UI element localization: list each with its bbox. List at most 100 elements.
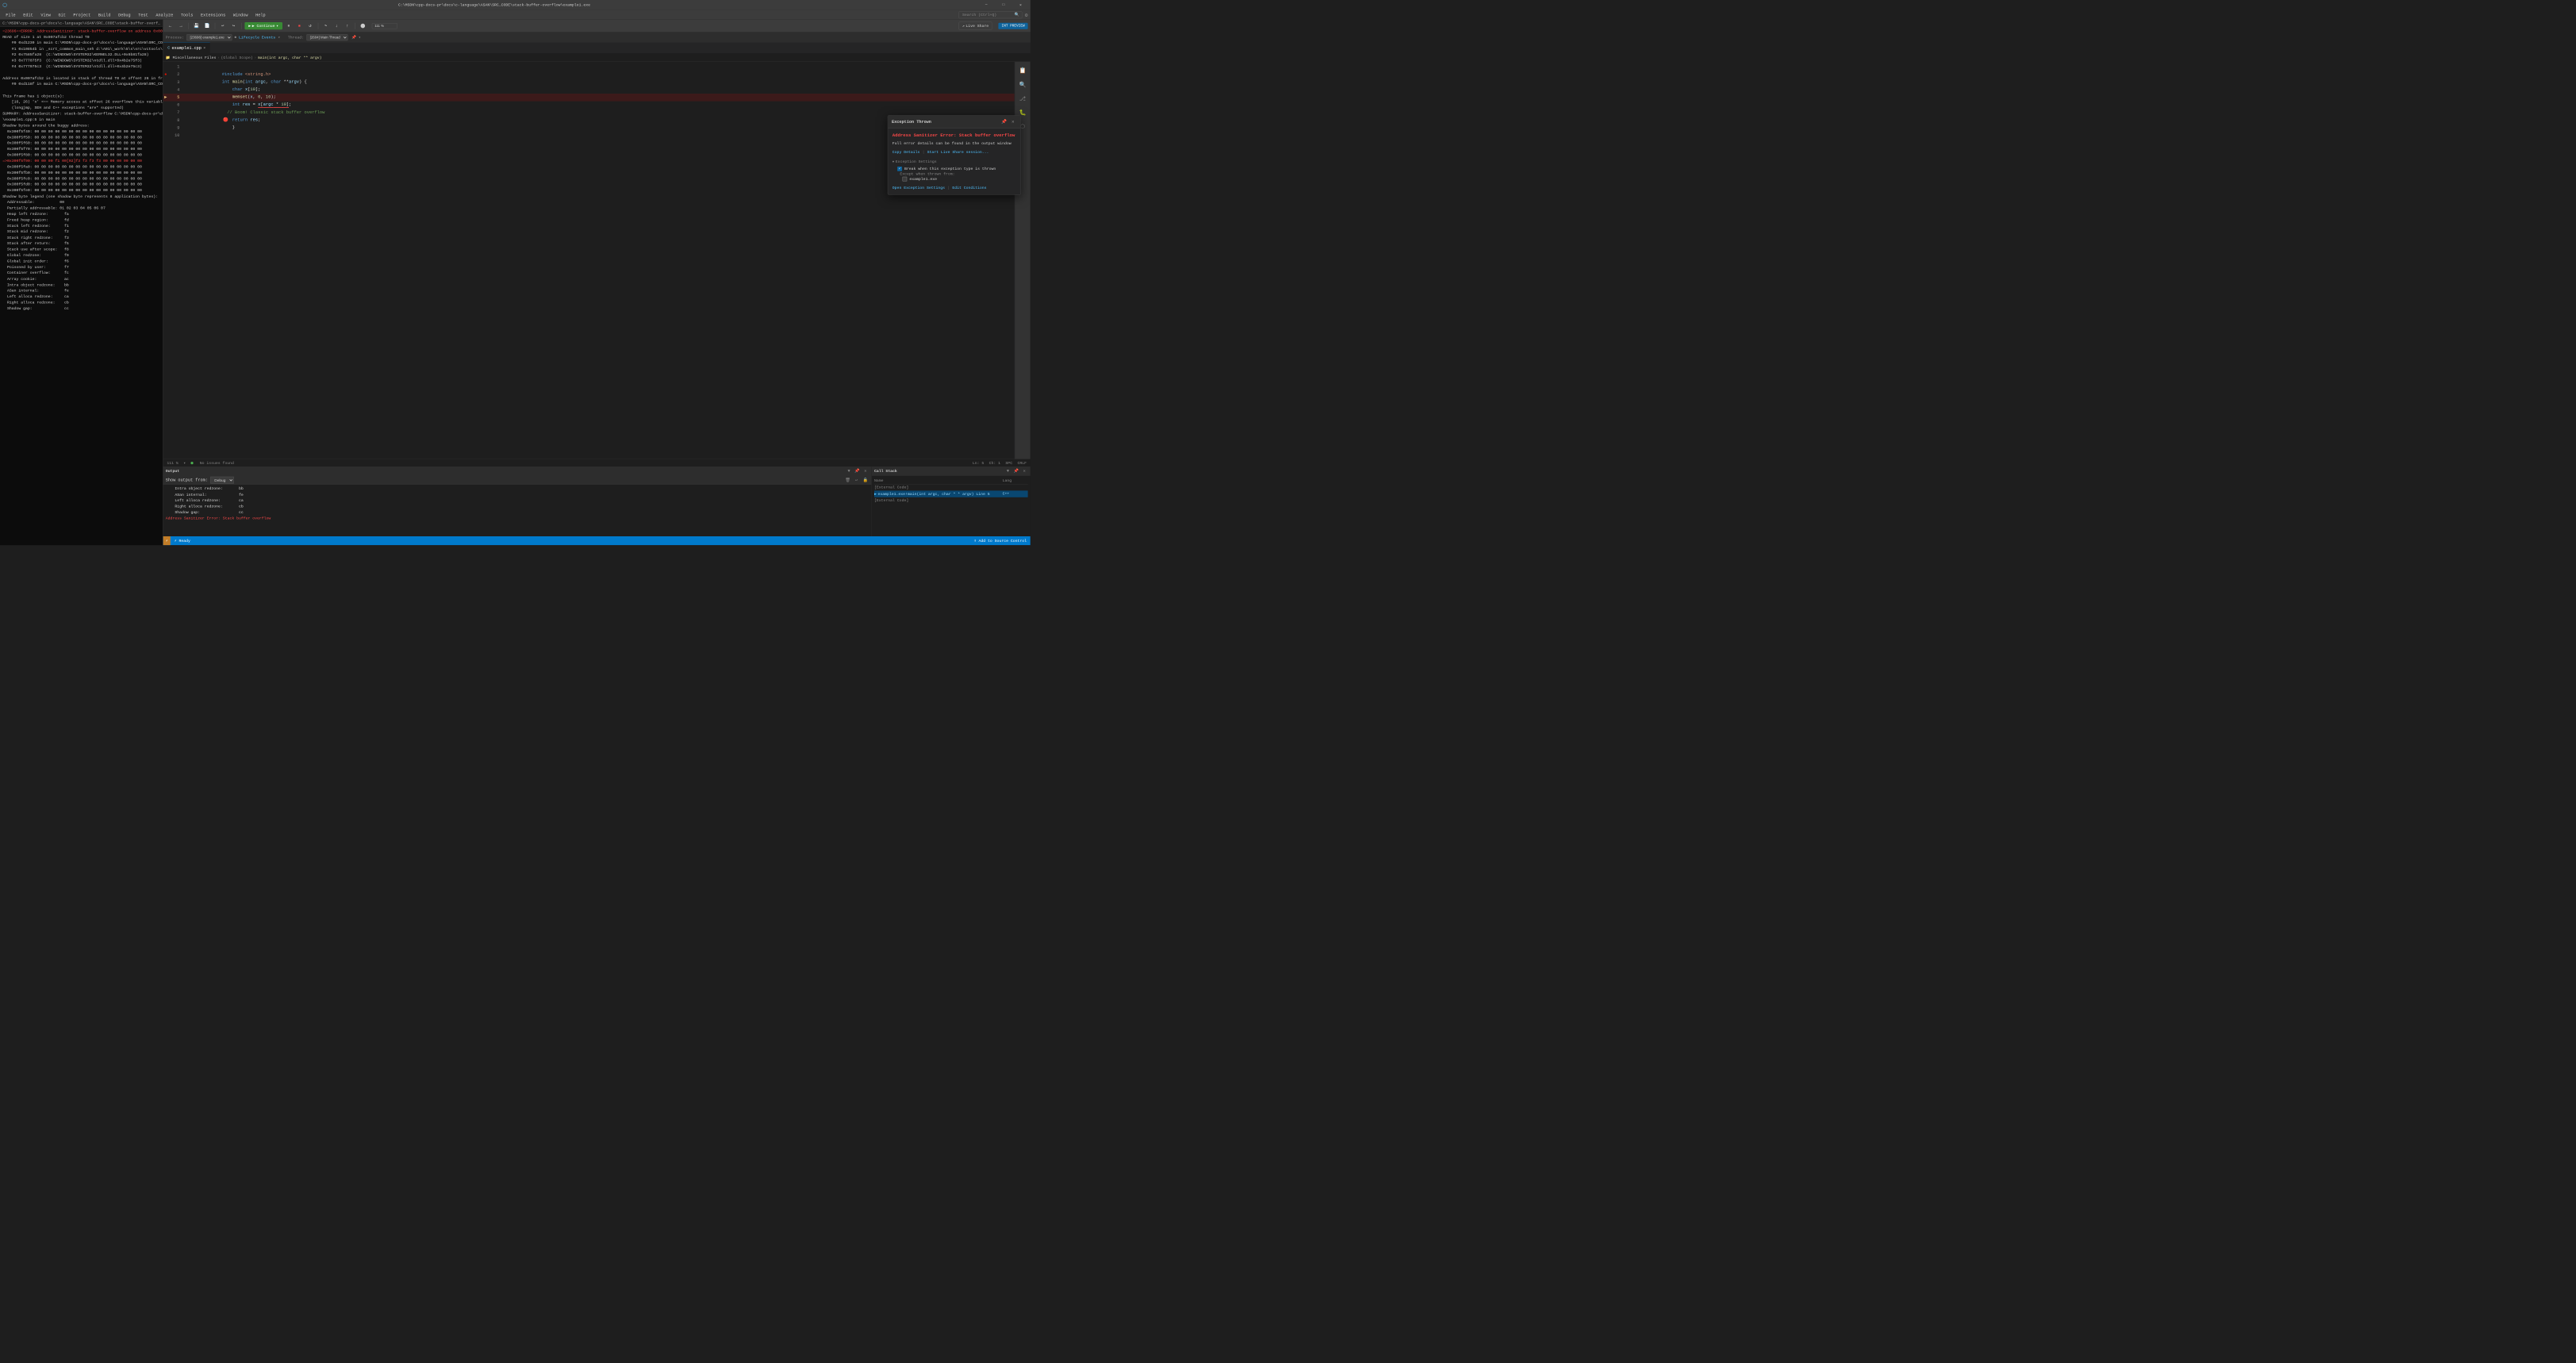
back-btn[interactable]: ← [166,21,175,30]
output-wrap-btn[interactable]: ↩ [853,477,860,484]
line-number-3: 3 [168,79,183,86]
menu-bar: File Edit View Git Project Build Debug T… [0,10,1031,20]
term-line: \example1.cpp:5 in main [2,117,160,122]
minimize-btn[interactable]: ─ [979,0,993,10]
exception-settings-toggle[interactable]: ▼ Exception Settings [893,159,1016,164]
term-line: (longjmp, SEH and C++ exceptions *are* s… [2,105,160,110]
pause-btn[interactable]: ⏸ [284,21,293,30]
callstack-row[interactable]: [External Code] [874,484,1028,490]
term-line: 0x300f5fc0: 00 00 00 00 00 00 00 00 00 0… [2,176,160,182]
stop-btn[interactable]: ⏹ [295,21,304,30]
line-number-9: 9 [168,124,183,132]
restart-btn[interactable]: ↺ [305,21,314,30]
cs-filter-btn[interactable]: ▼ [1004,467,1012,474]
menu-project[interactable]: Project [70,11,94,18]
chevron-down-icon: ▾ [278,35,280,40]
except-from-checkbox[interactable] [903,177,908,182]
lifecycle-label[interactable]: Lifecycle Events [239,35,275,40]
output-panel-titlebar: Output ▼ 📌 ✕ [163,466,872,475]
search-box[interactable]: Search (Ctrl+Q) 🔍 [959,11,1023,18]
output-filter-select[interactable]: Debug Build ASan [210,477,234,484]
callstack-content: Name Lang [External Code] ▶ example1.exe… [872,476,1031,536]
exception-dialog-title: Exception Thrown [892,120,931,125]
continue-icon: ▶ [248,24,251,29]
output-close-btn[interactable]: ✕ [862,467,869,474]
breakpoints-btn[interactable]: ⬤ [359,21,367,30]
menu-file[interactable]: File [2,11,18,18]
continue-button[interactable]: ▶ ▶ Continue ▾ [244,22,282,29]
menu-edit[interactable]: Edit [20,11,36,18]
thread-select[interactable]: [2604] Main Thread [306,34,347,40]
tab-example1cpp[interactable]: C example1.cpp ✕ [163,42,210,53]
tab-close-icon[interactable]: ✕ [203,46,205,51]
term-line: Global init order: f6 [2,259,160,264]
vscode-editor-panel: ← → 💾 📄 ↩ ↪ ▶ ▶ Continue ▾ ⏸ ⏹ ↺ ↷ ↓ ↑ ⬤ [163,20,1031,545]
code-line-5: ▶ 5 int res = x[argc * 10]; // Boom! Cla… [163,94,1015,102]
cs-col-lang: Lang [1003,478,1028,483]
menu-analyze[interactable]: Analyze [152,11,176,18]
break-when-item: Break when this exception type is thrown [893,166,1016,171]
new-file-btn[interactable]: 📄 [203,21,212,30]
copy-details-link[interactable]: Copy Details [893,150,920,155]
menu-build[interactable]: Build [95,11,114,18]
forward-btn[interactable]: → [176,21,185,30]
code-line-3: 3 char x[10]; [163,79,1015,86]
output-filter-btn[interactable]: ▼ [846,467,853,474]
step-over-btn[interactable]: ↷ [321,21,330,30]
term-line: Stack right redzone: f3 [2,235,160,240]
sidebar-search-icon[interactable]: 🔍 [1016,79,1029,91]
redo-btn[interactable]: ↪ [229,21,238,30]
open-exception-settings-link[interactable]: Open Exception Settings [893,186,945,190]
menu-view[interactable]: View [37,11,53,18]
add-source-label[interactable]: ⬆ Add to Source Control [974,539,1027,543]
menu-help[interactable]: Help [252,11,268,18]
term-line: Stack mid redzone: f2 [2,228,160,234]
menu-tools[interactable]: Tools [178,11,197,18]
callstack-panel: Call Stack ▼ 📌 ✕ Name Lang [ [872,466,1031,536]
term-line: =>0x300f5f90: 00 00 00 f1 00[02]f3 f3 f3… [2,158,160,163]
start-live-share-link[interactable]: Start Live Share session... [927,150,989,155]
exception-dialog: Exception Thrown 📌 ✕ Address Sanitizer E… [888,115,1021,194]
maximize-btn[interactable]: □ [996,0,1011,10]
output-line: Left alloca redzone: ca [166,497,869,503]
menu-window[interactable]: Window [230,11,251,18]
close-dialog-btn[interactable]: ✕ [1009,118,1017,126]
output-clear-btn[interactable]: 🗑 [844,477,851,484]
pin-dialog-btn[interactable]: 📌 [1000,118,1008,126]
menu-debug[interactable]: Debug [115,11,134,18]
break-when-checkbox[interactable] [897,167,902,171]
term-line: Addressable: 00 [2,199,160,205]
editor-status-bar: 111 % ▾ No issues found Ln: 5 Ch: 1 SPC … [163,459,1031,466]
settings-icon[interactable]: ⚙ [1025,12,1028,18]
menu-extensions[interactable]: Extensions [198,11,228,18]
process-bar: Process: [23696] example1.exe ⏺ Lifecycl… [163,33,1031,43]
edit-conditions-link[interactable]: Edit Conditions [952,186,986,190]
close-btn[interactable]: ✕ [1013,0,1027,10]
int-preview-button[interactable]: INT PREVIEW [999,23,1028,29]
menu-git[interactable]: Git [55,11,68,18]
cs-close-btn[interactable]: ✕ [1021,467,1028,474]
sidebar-git-icon[interactable]: ⎇ [1016,92,1029,105]
exception-links: Copy Details | Start Live Share session.… [893,150,1016,155]
term-line: Stack after return: f5 [2,240,160,246]
zoom-input[interactable] [372,23,397,29]
output-pin-btn[interactable]: 📌 [854,467,861,474]
menu-test[interactable]: Test [135,11,151,18]
undo-btn[interactable]: ↩ [218,21,227,30]
callstack-row[interactable]: [External Code] [874,497,1028,504]
save-btn[interactable]: 💾 [192,21,201,30]
step-out-btn[interactable]: ↑ [343,21,351,30]
app-body: C:\MSDN\cpp-docs-pr\docs\c-language\ASAN… [0,20,1031,545]
output-lock-btn[interactable]: 🔒 [862,477,869,484]
sidebar-explorer-icon[interactable]: 📋 [1016,64,1029,77]
term-line: 0x300f5f50: 00 00 00 00 00 00 00 00 00 0… [2,134,160,140]
kw-int: int [232,102,240,107]
no-issues-label: No issues found [200,461,234,466]
callstack-row-active[interactable]: ▶ example1.exe!main(int argc, char * * a… [874,490,1028,497]
cs-pin-btn[interactable]: 📌 [1012,467,1019,474]
term-line: Poisoned by user: f7 [2,264,160,270]
live-share-button[interactable]: ↗ Live Share [958,22,992,30]
ready-indicator: ⚡ [163,536,171,545]
step-into-btn[interactable]: ↓ [332,21,341,30]
process-select[interactable]: [23696] example1.exe [186,34,232,40]
